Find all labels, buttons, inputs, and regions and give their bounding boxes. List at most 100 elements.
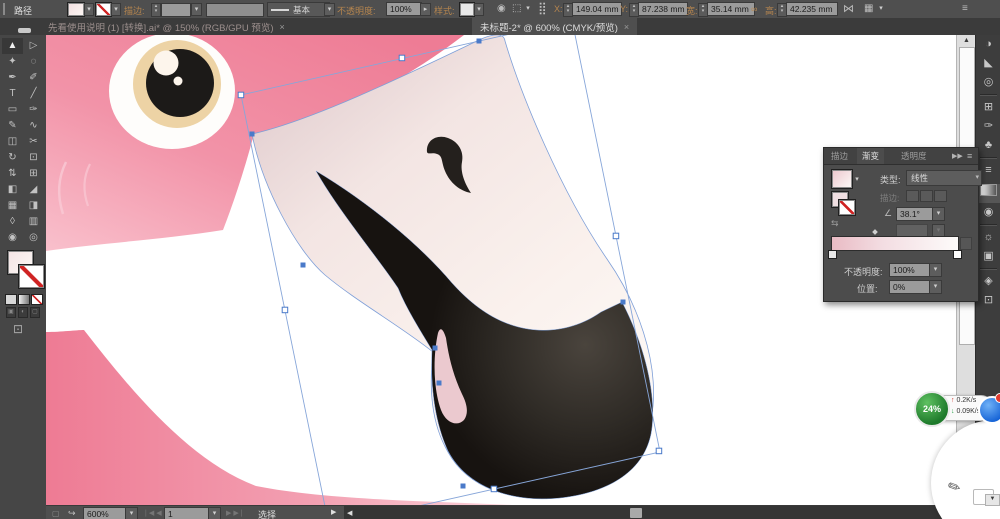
eraser-tool[interactable]: ◫ (2, 134, 23, 150)
stroke-weight-stepper[interactable]: ▴ ▾ (151, 3, 161, 17)
horizontal-scroll-thumb[interactable] (630, 508, 642, 518)
scroll-up-icon[interactable]: ▲ (957, 35, 976, 46)
last-artboard-icon[interactable]: ▶ ▶❘ (226, 509, 245, 517)
swatches-panel-icon[interactable]: ⊞ (976, 98, 1000, 117)
gradient-slider[interactable] (831, 236, 959, 251)
stroke-weight-field[interactable] (161, 3, 191, 17)
stroke-gradient-within[interactable] (906, 190, 919, 202)
brushes-panel-icon[interactable]: ✑ (976, 117, 1000, 136)
zoom-tool[interactable]: ◎ (23, 230, 44, 246)
brush-definition-arrow[interactable]: ▾ (324, 3, 335, 16)
draw-inside-mode[interactable]: ▢ (30, 307, 40, 318)
gradient-opacity-field[interactable]: 100% (889, 263, 933, 277)
perspective-grid-tool[interactable]: ⊞ (23, 166, 44, 182)
paintbrush-tool[interactable]: ✑ (23, 102, 44, 118)
location-field[interactable]: 0% (889, 280, 933, 294)
select-similar-arrow[interactable]: ▾ (524, 3, 532, 14)
pen-tool[interactable]: ✒ (2, 70, 23, 86)
appearance-panel-icon[interactable]: ☼ (976, 228, 1000, 247)
magic-wand-tool[interactable]: ✦ (2, 54, 23, 70)
direct-selection-tool[interactable]: ▷ (23, 38, 44, 54)
delete-stop-button[interactable] (960, 237, 972, 250)
close-icon[interactable]: × (624, 22, 629, 32)
gradient-button[interactable] (18, 294, 30, 305)
artboards-panel-icon[interactable]: ⊡ (976, 291, 1000, 310)
fill-dropdown-icon[interactable]: ▾ (84, 3, 94, 16)
perspective-selection-tool[interactable]: ◢ (23, 182, 44, 198)
collapse-panel-icon[interactable]: ▶▶ (952, 152, 963, 160)
graphic-styles-panel-icon[interactable]: ▣ (976, 247, 1000, 266)
reference-point-locator[interactable]: ⣿ (538, 2, 547, 15)
graph-tool[interactable]: ▥ (23, 214, 44, 230)
draw-normal-mode[interactable]: ▣ (6, 307, 16, 318)
none-button[interactable] (31, 294, 43, 305)
scroll-down-icon[interactable]: ▼ (985, 494, 1000, 506)
scissors-tool[interactable]: ✂ (23, 134, 44, 150)
color-panel-icon[interactable]: ◑ (976, 35, 1000, 54)
recolor-artwork-icon[interactable]: ◉ (497, 3, 506, 15)
close-icon[interactable]: × (280, 22, 285, 32)
brush-definition-dropdown[interactable]: 基本 (267, 2, 330, 17)
tab-gradient[interactable]: 渐变 (857, 148, 885, 164)
eyedropper-tool[interactable]: ◊ (2, 214, 23, 230)
style-arrow[interactable]: ▾ (474, 3, 484, 16)
variable-width-profile[interactable] (206, 3, 264, 17)
recolor-artwork-icon[interactable]: ◎ (976, 73, 1000, 92)
reverse-gradient-icon[interactable]: ⇆ (831, 218, 839, 229)
symbols-panel-icon[interactable]: ♣ (976, 136, 1000, 155)
fill-swatch[interactable] (67, 2, 85, 17)
location-arrow[interactable]: ▾ (929, 280, 942, 294)
width-tool[interactable]: ⇅ (2, 166, 23, 182)
stroke-dropdown-icon[interactable]: ▾ (111, 3, 121, 16)
gradient-panel-icon[interactable] (976, 184, 1000, 203)
lasso-tool[interactable]: ◌ (23, 54, 44, 70)
zoom-level-field[interactable]: 600% (83, 507, 127, 519)
angle-field[interactable]: 38.1° (896, 207, 934, 221)
rotate-tool[interactable]: ↻ (2, 150, 23, 166)
transform-options-icon[interactable]: ▦ (864, 3, 873, 15)
pencil-tool[interactable]: ✎ (2, 118, 23, 134)
panel-expand-icon[interactable]: ▶ (331, 508, 336, 516)
tab-stroke[interactable]: 描边 (826, 148, 853, 164)
gradient-opacity-arrow[interactable]: ▾ (929, 263, 942, 277)
gradient-thumbnail[interactable] (831, 169, 853, 189)
select-similar-icon[interactable]: ⬚ (512, 3, 521, 15)
first-artboard-icon[interactable]: ❘◀ ◀ (143, 509, 162, 517)
panel-menu-icon[interactable]: ≡ (967, 151, 972, 161)
line-tool[interactable]: ╱ (23, 86, 44, 102)
color-guide-panel-icon[interactable]: ◣ (976, 54, 1000, 73)
opacity-field[interactable]: 100% (386, 2, 422, 16)
tab-document-2-active[interactable]: 未标题-2* @ 600% (CMYK/预览) × (472, 18, 638, 35)
rectangle-tool[interactable]: ▭ (2, 102, 23, 118)
selection-tool[interactable]: ▲ (2, 38, 23, 54)
color-button[interactable] (5, 294, 17, 305)
mesh-tool[interactable]: ▦ (2, 198, 23, 214)
style-swatch[interactable] (459, 2, 475, 17)
y-field[interactable]: 87.238 mm (638, 2, 688, 16)
stroke-weight-dropdown[interactable]: ▾ (191, 3, 202, 16)
stroke-color-swatch[interactable] (18, 264, 45, 289)
gradient-stop-right[interactable] (953, 250, 962, 259)
window-icon[interactable]: ▢ (52, 508, 60, 519)
shape-builder-tool[interactable]: ◧ (2, 182, 23, 198)
tab-document-1[interactable]: 先看使用说明 (1) [转换].ai* @ 150% (RGB/GPU 预览) … (40, 18, 293, 35)
transform-options-arrow[interactable]: ▾ (877, 3, 885, 14)
gradient-tool[interactable]: ◨ (23, 198, 44, 214)
free-transform-tool[interactable]: ⊡ (23, 150, 44, 166)
opacity-arrow[interactable]: ▸ (420, 3, 431, 16)
type-tool[interactable]: T (2, 86, 23, 102)
angle-dropdown-arrow[interactable]: ▾ (932, 207, 945, 221)
scroll-left-icon[interactable]: ◀ (347, 509, 352, 517)
stroke-swatch[interactable] (95, 2, 112, 17)
draw-behind-mode[interactable]: ◐ (18, 307, 28, 318)
tab-transparency[interactable]: 透明度 (896, 148, 932, 164)
zoom-dropdown-arrow[interactable]: ▾ (125, 507, 138, 519)
gradient-type-dropdown[interactable]: 线性 ▾ (906, 170, 982, 186)
layers-panel-icon[interactable]: ◈ (976, 272, 1000, 291)
curvature-tool[interactable]: ✐ (23, 70, 44, 86)
artboard-navigation-field[interactable]: 1 (164, 507, 212, 519)
gradient-stop-left[interactable] (828, 250, 837, 259)
gradient-thumbnail-arrow[interactable]: ▾ (853, 174, 861, 184)
height-field[interactable]: 42.235 mm (786, 2, 838, 16)
network-usage-badge[interactable]: 24% (914, 391, 950, 427)
